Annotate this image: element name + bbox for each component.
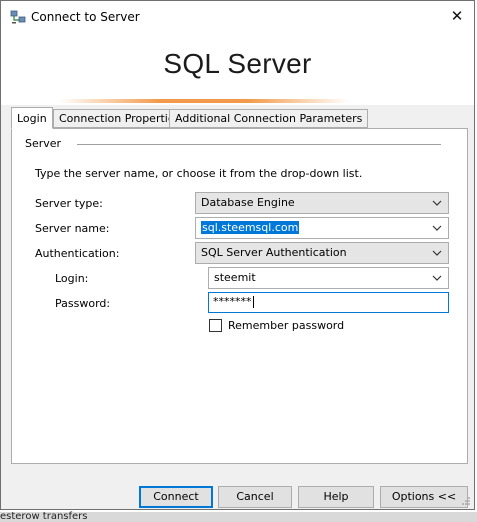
product-banner: SQL Server bbox=[1, 32, 474, 105]
password-label: Password: bbox=[55, 297, 111, 310]
chevron-down-icon[interactable] bbox=[432, 243, 442, 263]
options-button[interactable]: Options << bbox=[380, 486, 468, 508]
chevron-down-icon[interactable] bbox=[432, 268, 442, 288]
remember-password-label[interactable]: Remember password bbox=[228, 319, 344, 332]
help-button[interactable]: Help bbox=[298, 486, 374, 508]
chevron-down-icon[interactable] bbox=[432, 193, 442, 213]
authentication-dropdown[interactable]: SQL Server Authentication bbox=[195, 242, 449, 264]
close-icon[interactable]: ✕ bbox=[451, 7, 464, 25]
group-divider bbox=[77, 144, 441, 145]
cancel-button[interactable]: Cancel bbox=[218, 486, 292, 508]
window-title: Connect to Server bbox=[31, 10, 140, 24]
authentication-label: Authentication: bbox=[35, 247, 120, 260]
resize-grip-icon[interactable] bbox=[461, 496, 471, 506]
server-connect-icon bbox=[10, 10, 26, 24]
banner-accent-bar bbox=[59, 99, 349, 103]
login-value: steemit bbox=[214, 271, 256, 284]
tab-label: Login bbox=[17, 112, 47, 125]
login-combobox[interactable]: steemit bbox=[208, 267, 449, 289]
tab-additional-connection-parameters[interactable]: Additional Connection Parameters bbox=[169, 109, 369, 128]
connect-dialog: Connect to Server ✕ SQL Server Login Con… bbox=[0, 0, 475, 510]
server-name-label: Server name: bbox=[35, 222, 110, 235]
tab-login[interactable]: Login bbox=[11, 107, 53, 129]
title-bar: Connect to Server ✕ bbox=[1, 1, 474, 32]
tab-connection-properties[interactable]: Connection Properties bbox=[53, 109, 187, 128]
server-name-value[interactable]: sql.steemsql.com bbox=[201, 221, 300, 234]
server-type-label: Server type: bbox=[35, 197, 103, 210]
background-window-text: esterow transfers bbox=[0, 511, 88, 522]
authentication-value: SQL Server Authentication bbox=[201, 246, 347, 259]
password-value: ******* bbox=[213, 295, 252, 308]
tab-label: Additional Connection Parameters bbox=[175, 112, 363, 125]
remember-password-checkbox[interactable] bbox=[209, 319, 222, 332]
server-name-combobox[interactable]: sql.steemsql.com bbox=[195, 217, 449, 239]
connect-button[interactable]: Connect bbox=[139, 486, 213, 508]
login-label: Login: bbox=[55, 272, 89, 285]
product-title: SQL Server bbox=[163, 48, 312, 79]
server-type-dropdown[interactable]: Database Engine bbox=[195, 192, 449, 214]
chevron-down-icon[interactable] bbox=[432, 218, 442, 238]
server-instruction: Type the server name, or choose it from … bbox=[35, 167, 363, 180]
server-group-label: Server bbox=[25, 137, 66, 150]
server-type-value: Database Engine bbox=[201, 196, 295, 209]
password-field[interactable]: ******* bbox=[208, 292, 449, 313]
text-caret bbox=[252, 296, 254, 308]
close-button[interactable]: ✕ bbox=[440, 1, 474, 32]
tab-label: Connection Properties bbox=[59, 112, 181, 125]
